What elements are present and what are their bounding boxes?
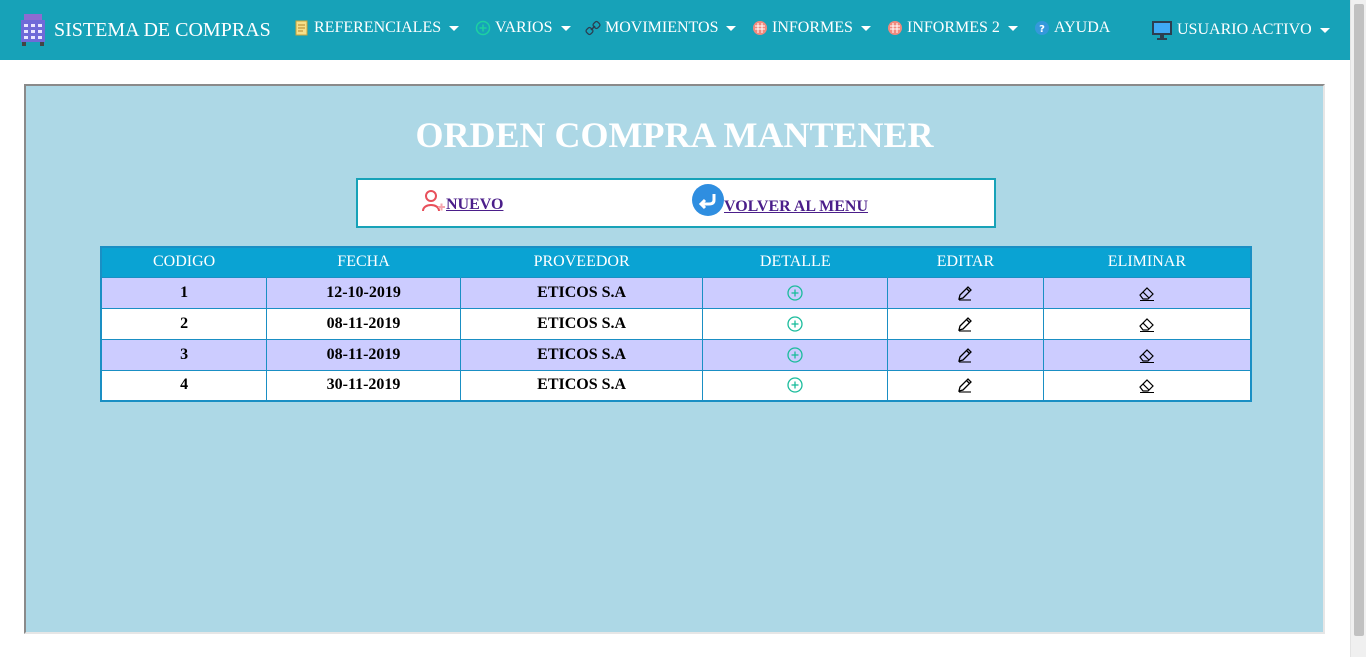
svg-text:?: ? [1039, 24, 1045, 35]
cell-eliminar [1042, 338, 1252, 371]
menu-referenciales[interactable]: REFERENCIALES [294, 19, 460, 37]
cell-fecha: 12-10-2019 [266, 276, 461, 309]
menu-movimientos-label: MOVIMIENTOS [605, 19, 719, 36]
eraser-icon[interactable] [1138, 284, 1156, 302]
edit-pencil-icon[interactable] [956, 346, 974, 364]
help-icon: ? [1035, 21, 1049, 35]
menu-referenciales-label: REFERENCIALES [314, 19, 442, 36]
brand-title: SISTEMA DE COMPRAS [54, 18, 271, 41]
brand[interactable]: SISTEMA DE COMPRAS [18, 14, 271, 46]
menu-movimientos[interactable]: MOVIMIENTOS [585, 19, 737, 37]
menu-usuario-activo[interactable]: USUARIO ACTIVO [1151, 19, 1330, 41]
notes-icon [295, 20, 308, 36]
cell-proveedor: ETICOS S.A [459, 307, 704, 340]
new-label: NUEVO [446, 196, 504, 213]
cell-editar [887, 369, 1044, 402]
edit-pencil-icon[interactable] [956, 315, 974, 333]
back-label: VOLVER AL MENU [724, 198, 869, 215]
menu-ayuda-label: AYUDA [1054, 19, 1111, 36]
menu-ayuda[interactable]: ? AYUDA [1034, 19, 1110, 37]
cell-eliminar [1042, 369, 1252, 402]
detail-plus-circle-icon[interactable] [786, 284, 804, 302]
scrollbar-thumb[interactable] [1354, 4, 1364, 636]
cell-editar [887, 276, 1044, 309]
column-header-fecha: FECHA [266, 247, 461, 277]
page-title: ORDEN COMPRA MANTENER [415, 115, 934, 155]
column-header-detalle: DETALLE [702, 247, 888, 277]
column-header-editar: EDITAR [887, 247, 1044, 277]
orders-table: CODIGO FECHA PROVEEDOR DETALLE EDITAR EL… [100, 246, 1252, 402]
table-row: 2 08-11-2019 ETICOS S.A [100, 307, 1252, 340]
calendar-grid-icon [21, 14, 45, 46]
menu-informes-2[interactable]: INFORMES 2 [887, 19, 1018, 37]
cell-codigo: 4 [100, 369, 268, 402]
cell-codigo: 1 [100, 276, 268, 309]
table-header-row: CODIGO FECHA PROVEEDOR DETALLE EDITAR EL… [100, 247, 1251, 277]
menu-usuario-activo-label: USUARIO ACTIVO [1177, 21, 1312, 38]
edit-pencil-icon[interactable] [956, 284, 974, 302]
vertical-scrollbar[interactable] [1350, 0, 1366, 657]
top-navbar: SISTEMA DE COMPRAS REFERENCIALES VARIOS … [0, 0, 1350, 60]
cell-codigo: 3 [100, 338, 268, 371]
cell-fecha: 08-11-2019 [266, 307, 461, 340]
eraser-icon[interactable] [1138, 376, 1156, 394]
chevron-down-icon [449, 25, 460, 31]
return-arrow-icon [692, 184, 724, 216]
chevron-down-icon [860, 25, 871, 31]
table-row: 1 12-10-2019 ETICOS S.A [100, 276, 1252, 309]
cell-editar [887, 307, 1044, 340]
cell-fecha: 08-11-2019 [266, 338, 461, 371]
cell-editar [887, 338, 1044, 371]
menu-informes[interactable]: INFORMES [752, 19, 871, 37]
eraser-icon[interactable] [1138, 346, 1156, 364]
detail-plus-circle-icon[interactable] [786, 315, 804, 333]
chevron-down-icon [1007, 25, 1018, 31]
cell-eliminar [1042, 307, 1252, 340]
menu-informes-label: INFORMES [772, 19, 853, 36]
add-user-icon [422, 190, 445, 212]
report-icon [888, 21, 902, 35]
main-panel: ORDEN COMPRA MANTENER NUEVO VOLVER AL ME… [24, 84, 1325, 634]
chevron-down-icon [560, 25, 571, 31]
cell-detalle [702, 338, 889, 371]
cell-proveedor: ETICOS S.A [459, 276, 704, 309]
cell-proveedor: ETICOS S.A [459, 338, 704, 371]
column-header-codigo: CODIGO [100, 247, 267, 277]
link-icon [585, 20, 601, 36]
cell-fecha: 30-11-2019 [266, 369, 461, 402]
column-header-eliminar: ELIMINAR [1042, 247, 1251, 277]
menu-varios[interactable]: VARIOS [475, 19, 571, 37]
cell-codigo: 2 [100, 307, 268, 340]
cell-detalle [702, 369, 889, 402]
cell-detalle [702, 276, 889, 309]
plus-circle-icon [475, 20, 491, 36]
eraser-icon[interactable] [1138, 315, 1156, 333]
new-button[interactable]: NUEVO [420, 188, 503, 214]
cell-detalle [702, 307, 889, 340]
menu-informes-2-label: INFORMES 2 [907, 19, 1000, 36]
cell-proveedor: ETICOS S.A [459, 369, 704, 402]
chevron-down-icon [726, 25, 737, 31]
detail-plus-circle-icon[interactable] [786, 376, 804, 394]
table-row: 3 08-11-2019 ETICOS S.A [100, 338, 1252, 371]
table-row: 4 30-11-2019 ETICOS S.A [100, 369, 1252, 402]
column-header-proveedor: PROVEEDOR [459, 247, 703, 277]
monitor-icon [1152, 21, 1172, 40]
detail-plus-circle-icon[interactable] [786, 346, 804, 364]
menu-varios-label: VARIOS [495, 19, 553, 36]
cell-eliminar [1042, 276, 1252, 309]
report-icon [753, 21, 767, 35]
edit-pencil-icon[interactable] [956, 376, 974, 394]
back-to-menu-button[interactable]: VOLVER AL MENU [692, 184, 868, 216]
action-bar: NUEVO VOLVER AL MENU [356, 178, 996, 228]
chevron-down-icon [1319, 27, 1330, 33]
